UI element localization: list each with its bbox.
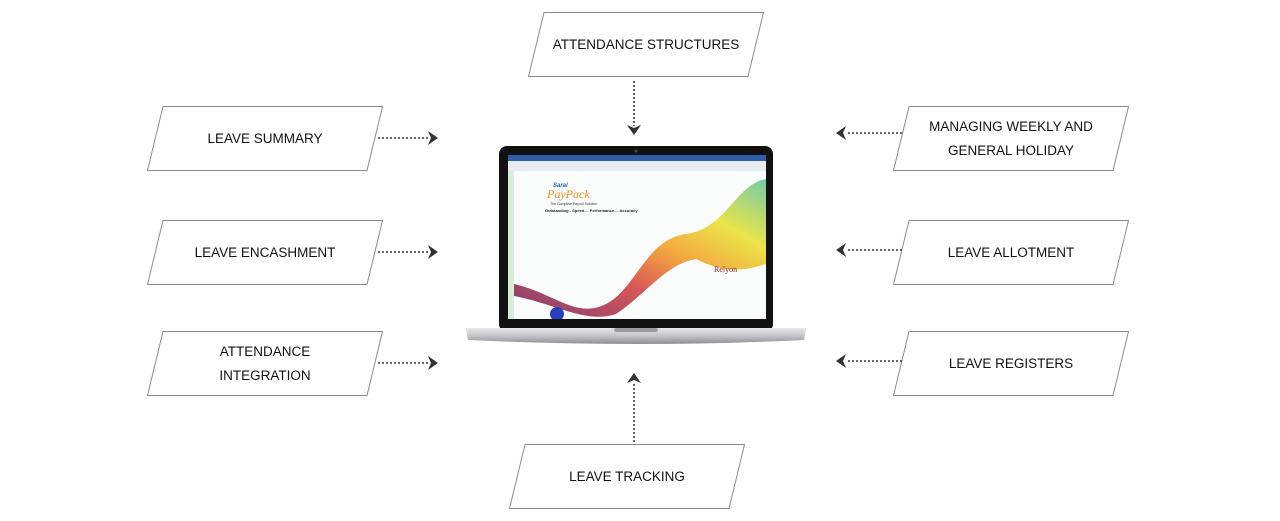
screen-slogan: Outstanding - Speed.... Performance.... … [545, 208, 638, 213]
arrow-left-icon [836, 126, 846, 140]
arrow-down-icon [627, 125, 641, 135]
arrow-up-icon [627, 373, 641, 383]
arrow-right-icon [428, 356, 438, 370]
arrow-right-icon [428, 245, 438, 259]
laptop-illustration: Saral PayPack The Complete Payroll Solut… [466, 144, 806, 348]
arrow-right-icon [428, 131, 438, 145]
arrow-left-icon [836, 354, 846, 368]
screen-tagline: The Complete Payroll Solution [550, 202, 598, 206]
screen-relyon-logo: Relyon [714, 265, 738, 274]
arrow-left-icon [836, 243, 846, 257]
screen-paypack-logo: PayPack [547, 187, 590, 201]
